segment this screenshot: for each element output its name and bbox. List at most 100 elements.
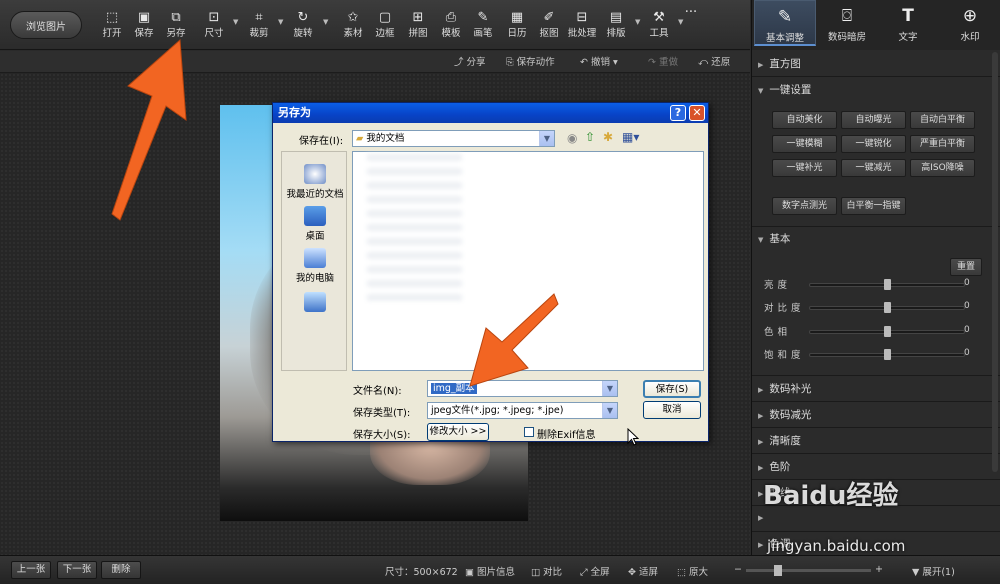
my-computer-icon bbox=[304, 248, 326, 268]
brightness-slider[interactable] bbox=[809, 279, 965, 290]
slider-handle[interactable] bbox=[884, 349, 891, 360]
status-bar: 上一张 下一张 删除 尺寸：500×672 ▣ 图片信息 ◫ 对比 ⤢ 全屏 ✥… bbox=[0, 555, 1000, 584]
section-hidden[interactable]: ▶ bbox=[752, 511, 1000, 523]
place-network[interactable] bbox=[282, 292, 348, 314]
delete-image-button[interactable]: 删除 bbox=[101, 561, 141, 579]
section-fill-light[interactable]: ▶ 数码补光 bbox=[752, 381, 1000, 396]
original-size-icon: ⬚ bbox=[677, 567, 686, 578]
material-button[interactable]: ✩ 素材 bbox=[338, 9, 368, 45]
oneclick-sharpen-button[interactable]: 一键锐化 bbox=[841, 135, 906, 153]
contrast-value: 0 bbox=[964, 301, 970, 311]
save-action-button[interactable]: ⎘ 保存动作 bbox=[506, 54, 555, 68]
rotate-dropdown-icon[interactable]: ▼ bbox=[323, 18, 328, 26]
resize-dropdown-icon[interactable]: ▼ bbox=[233, 18, 238, 26]
calendar-icon: ▦ bbox=[510, 10, 524, 25]
layout-button[interactable]: ▤ 排版 bbox=[601, 9, 631, 45]
prev-image-button[interactable]: 上一张 bbox=[11, 561, 51, 579]
tab-text[interactable]: T 文字 bbox=[877, 0, 939, 46]
zoom-handle[interactable] bbox=[774, 565, 782, 576]
delete-exif-checkbox[interactable] bbox=[524, 427, 534, 437]
high-iso-denoise-button[interactable]: 高ISO降噪 bbox=[910, 159, 975, 177]
next-image-button[interactable]: 下一张 bbox=[57, 561, 97, 579]
saturation-slider[interactable] bbox=[809, 349, 965, 360]
section-histogram[interactable]: ▶ 直方图 bbox=[752, 56, 1000, 71]
oneclick-blur-button[interactable]: 一键模糊 bbox=[772, 135, 837, 153]
close-icon[interactable]: ✕ bbox=[689, 105, 705, 121]
white-balance-picker-button[interactable]: 白平衡一指键 bbox=[841, 197, 906, 215]
view-menu-icon[interactable]: ▦▾ bbox=[622, 130, 639, 144]
section-reduce-light[interactable]: ▶ 数码减光 bbox=[752, 407, 1000, 422]
cutout-button[interactable]: ✐ 抠图 bbox=[534, 9, 564, 45]
border-button[interactable]: ▢ 边框 bbox=[370, 9, 400, 45]
redo-button[interactable]: ↷ 重做 bbox=[648, 54, 678, 68]
undo-button[interactable]: ↶ 撤销 ▾ bbox=[580, 54, 618, 68]
save-in-select[interactable]: ▰ 我的文档 ▼ bbox=[352, 130, 555, 147]
compare-button[interactable]: ◫ 对比 bbox=[531, 564, 562, 578]
zoom-in-icon[interactable]: + bbox=[875, 564, 883, 575]
section-oneclick[interactable]: ▼ 一键设置 bbox=[752, 82, 1000, 97]
slider-handle[interactable] bbox=[884, 326, 891, 337]
rotate-button[interactable]: ↻ 旋转 bbox=[288, 9, 318, 45]
auto-beautify-button[interactable]: 自动美化 bbox=[772, 111, 837, 129]
place-recent[interactable]: 我最近的文档 bbox=[282, 164, 348, 200]
fullscreen-button[interactable]: ⤢ 全屏 bbox=[580, 564, 610, 578]
filetype-select[interactable]: jpeg文件(*.jpg; *.jpeg; *.jpe) ▼ bbox=[427, 402, 618, 419]
delete-exif-label: 删除Exif信息 bbox=[537, 430, 596, 441]
tab-darkroom[interactable]: ⌼ 数码暗房 bbox=[816, 0, 878, 46]
material-icon: ✩ bbox=[347, 10, 359, 25]
calendar-button[interactable]: ▦ 日历 bbox=[502, 9, 532, 45]
compare-icon: ◫ bbox=[531, 567, 540, 578]
section-clarity[interactable]: ▶ 清晰度 bbox=[752, 433, 1000, 448]
brush-button[interactable]: ✎ 画笔 bbox=[468, 9, 498, 45]
crop-dropdown-icon[interactable]: ▼ bbox=[278, 18, 283, 26]
hue-value: 0 bbox=[964, 325, 970, 335]
image-info-button[interactable]: ▣ 图片信息 bbox=[465, 564, 515, 578]
browse-images-button[interactable]: 浏览图片 bbox=[10, 11, 82, 39]
collage-button[interactable]: ⊞ 拼图 bbox=[403, 9, 433, 45]
section-basic[interactable]: ▼ 基本 bbox=[752, 231, 1000, 246]
help-icon[interactable]: ? bbox=[670, 105, 686, 121]
hue-slider[interactable] bbox=[809, 326, 965, 337]
up-folder-icon[interactable]: ⇧ bbox=[585, 130, 595, 144]
new-folder-icon[interactable]: ✱ bbox=[603, 130, 613, 144]
chevron-right-icon: ▶ bbox=[758, 438, 764, 446]
batch-button[interactable]: ⊟ 批处理 bbox=[567, 9, 597, 45]
resize-button[interactable]: ⊡ 尺寸 bbox=[199, 9, 229, 45]
zoom-slider[interactable] bbox=[746, 565, 871, 576]
place-my-computer[interactable]: 我的电脑 bbox=[282, 248, 348, 284]
oneclick-fill-light-button[interactable]: 一键补光 bbox=[772, 159, 837, 177]
expand-button[interactable]: ▼ 展开(1) bbox=[912, 564, 955, 578]
slider-handle[interactable] bbox=[884, 302, 891, 313]
back-icon[interactable]: ◉ bbox=[567, 131, 577, 145]
original-size-button[interactable]: ⬚ 原大 bbox=[677, 564, 708, 578]
more-icon[interactable]: ··· bbox=[676, 4, 706, 40]
tab-watermark[interactable]: ⊕ 水印 bbox=[939, 0, 1000, 46]
chevron-down-icon: ▼ bbox=[539, 131, 554, 146]
slider-handle[interactable] bbox=[884, 279, 891, 290]
resize-icon: ⊡ bbox=[208, 10, 220, 25]
zoom-out-icon[interactable]: − bbox=[734, 564, 742, 575]
text-icon: T bbox=[902, 6, 914, 26]
contrast-slider[interactable] bbox=[809, 302, 965, 313]
auto-exposure-button[interactable]: 自动曝光 bbox=[841, 111, 906, 129]
section-levels[interactable]: ▶ 色阶 bbox=[752, 459, 1000, 474]
template-button[interactable]: ⎙ 模板 bbox=[436, 9, 466, 45]
share-button[interactable]: ⤴ 分享 bbox=[454, 54, 486, 68]
oneclick-reduce-light-button[interactable]: 一键减光 bbox=[841, 159, 906, 177]
dialog-save-button[interactable]: 保存(S) bbox=[643, 380, 701, 398]
auto-white-balance-button[interactable]: 自动白平衡 bbox=[910, 111, 975, 129]
place-desktop[interactable]: 桌面 bbox=[282, 206, 348, 242]
panel-scrollbar[interactable] bbox=[992, 52, 998, 472]
tab-basic-adjust[interactable]: ✎ 基本调整 bbox=[754, 0, 816, 46]
strict-white-balance-button[interactable]: 严重白平衡 bbox=[910, 135, 975, 153]
crop-button[interactable]: ⌗ 裁剪 bbox=[244, 9, 274, 45]
restore-button[interactable]: ⤺ 还原 bbox=[698, 54, 730, 68]
fit-screen-button[interactable]: ✥ 适屏 bbox=[628, 564, 658, 578]
spot-metering-button[interactable]: 数字点测光 bbox=[772, 197, 837, 215]
chevron-right-icon: ▶ bbox=[758, 514, 764, 522]
dialog-cancel-button[interactable]: 取消 bbox=[643, 401, 701, 419]
reset-button[interactable]: 重置 bbox=[950, 258, 982, 276]
resize-options-button[interactable]: 修改大小 >> bbox=[427, 423, 489, 441]
layout-dropdown-icon[interactable]: ▼ bbox=[635, 18, 640, 26]
tools-button[interactable]: ⚒ 工具 bbox=[644, 9, 674, 45]
